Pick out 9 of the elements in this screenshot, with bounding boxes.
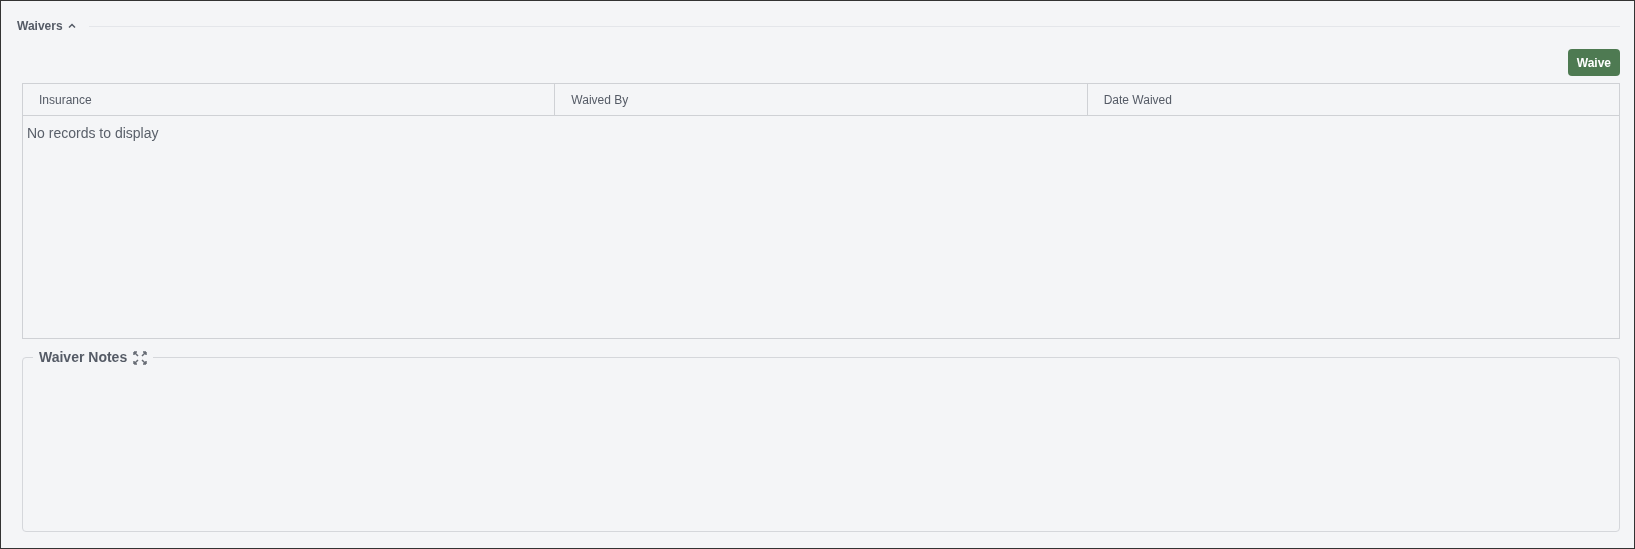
- empty-message: No records to display: [27, 125, 159, 141]
- column-header[interactable]: Insurance: [23, 84, 555, 115]
- column-header[interactable]: Date Waived: [1086, 84, 1619, 115]
- waive-button[interactable]: Waive: [1567, 49, 1620, 76]
- column-header[interactable]: Waived By: [554, 84, 1087, 115]
- section-toggle[interactable]: Waivers: [15, 17, 77, 35]
- notes-title: Waiver Notes: [39, 348, 128, 367]
- chevron-up-icon: [66, 21, 77, 31]
- expand-icon[interactable]: [133, 350, 148, 365]
